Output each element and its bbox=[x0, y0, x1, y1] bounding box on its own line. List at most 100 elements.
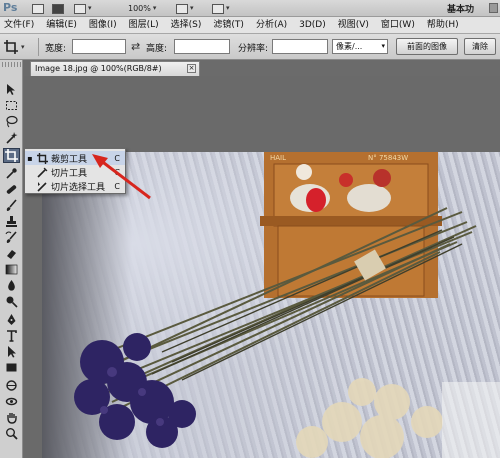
resolution-field[interactable] bbox=[272, 39, 328, 54]
pen-tool[interactable] bbox=[3, 312, 20, 327]
width-field[interactable] bbox=[72, 39, 126, 54]
type-icon bbox=[7, 330, 17, 342]
quick-selection-tool[interactable] bbox=[3, 130, 20, 145]
bridge-icon bbox=[32, 3, 44, 14]
panel-grip[interactable] bbox=[2, 62, 21, 67]
flyout-item-label: 裁剪工具 bbox=[51, 154, 88, 165]
history-brush-tool[interactable] bbox=[3, 230, 20, 245]
chevron-down-icon: ▾ bbox=[226, 4, 230, 12]
figurine-hat bbox=[339, 173, 353, 187]
eraser-tool[interactable] bbox=[3, 246, 20, 261]
menu-image[interactable]: 图像(I) bbox=[89, 17, 117, 34]
close-icon[interactable]: × bbox=[187, 64, 196, 73]
slice-select-icon bbox=[35, 180, 49, 192]
rectangle-icon bbox=[6, 363, 17, 372]
bridge-button[interactable] bbox=[32, 2, 44, 15]
width-label: 宽度: bbox=[45, 44, 67, 54]
menu-filter[interactable]: 滤镜(T) bbox=[213, 17, 244, 34]
crop-tool[interactable] bbox=[3, 148, 20, 163]
path-selection-tool[interactable] bbox=[3, 344, 20, 359]
flyout-item-crop[interactable]: ▪ 裁剪工具 C bbox=[25, 151, 125, 165]
pen-icon bbox=[7, 314, 16, 325]
resolution-unit-value: 像素/... bbox=[336, 42, 363, 51]
flyout-item-slice[interactable]: 切片工具 C bbox=[25, 165, 125, 179]
3d-camera-tool[interactable] bbox=[3, 394, 20, 409]
crop-icon bbox=[5, 149, 18, 162]
history-brush-icon bbox=[5, 231, 17, 243]
move-icon bbox=[7, 84, 15, 95]
menu-select[interactable]: 选择(S) bbox=[171, 17, 202, 34]
type-tool[interactable] bbox=[3, 328, 20, 343]
lasso-tool[interactable] bbox=[3, 114, 20, 129]
tools-panel bbox=[0, 60, 23, 458]
hand-tool[interactable] bbox=[3, 410, 20, 425]
arrange-documents-button[interactable]: ▾ bbox=[176, 2, 194, 15]
minibridge-button[interactable] bbox=[52, 2, 64, 15]
view-extras-button[interactable]: ▾ bbox=[74, 2, 92, 15]
3d-rotate-tool[interactable] bbox=[3, 378, 20, 393]
droplet-icon bbox=[8, 280, 15, 291]
eyedropper-tool[interactable] bbox=[3, 166, 20, 181]
chevron-down-icon: ▾ bbox=[381, 42, 385, 50]
menu-window[interactable]: 窗口(W) bbox=[381, 17, 415, 34]
move-tool[interactable] bbox=[3, 82, 20, 97]
flyout-item-label: 切片选择工具 bbox=[51, 182, 106, 193]
screen-mode-button[interactable]: ▾ bbox=[212, 2, 230, 15]
options-divider bbox=[38, 38, 39, 56]
stamp-icon bbox=[6, 216, 17, 227]
eraser-icon bbox=[7, 250, 16, 259]
photo-corner-highlight bbox=[442, 382, 500, 458]
minimize-button[interactable] bbox=[489, 3, 498, 13]
gradient-tool[interactable] bbox=[3, 262, 20, 277]
document-canvas-image[interactable]: HAIL N° 75843W bbox=[42, 152, 500, 458]
dodge-icon bbox=[6, 296, 18, 308]
figurine-heart-left bbox=[306, 188, 326, 212]
flyout-item-label: 切片工具 bbox=[51, 168, 88, 179]
shape-tool[interactable] bbox=[3, 360, 20, 375]
application-bar: Ps ▾ 100% ▾ ▾ ▾ 基本功 bbox=[0, 0, 500, 17]
eyedropper-icon bbox=[6, 168, 17, 179]
lasso-icon bbox=[6, 115, 18, 128]
crop-icon bbox=[35, 152, 49, 164]
zoom-level-value: 100% bbox=[128, 4, 151, 13]
chevron-down-icon: ▾ bbox=[21, 43, 25, 51]
crop-icon bbox=[4, 40, 18, 54]
menu-3d[interactable]: 3D(D) bbox=[299, 17, 326, 34]
front-image-button[interactable]: 前面的图像 bbox=[396, 38, 458, 55]
zoom-icon bbox=[6, 428, 18, 440]
menu-help[interactable]: 帮助(H) bbox=[427, 17, 459, 34]
brush-tool[interactable] bbox=[3, 198, 20, 213]
menu-view[interactable]: 视图(V) bbox=[338, 17, 369, 34]
figurine-head-right bbox=[373, 169, 391, 187]
dodge-tool[interactable] bbox=[3, 294, 20, 309]
chevron-down-icon: ▾ bbox=[152, 4, 157, 12]
tool-preset-picker[interactable]: ▾ bbox=[4, 38, 32, 56]
flyout-item-slice-select[interactable]: 切片选择工具 C bbox=[25, 179, 125, 193]
chevron-down-icon: ▾ bbox=[190, 4, 194, 12]
swap-dimensions-icon[interactable]: ⇄ bbox=[131, 40, 140, 53]
menu-edit[interactable]: 编辑(E) bbox=[46, 17, 77, 34]
clone-stamp-tool[interactable] bbox=[3, 214, 20, 229]
menu-layer[interactable]: 图层(L) bbox=[129, 17, 159, 34]
menu-file[interactable]: 文件(F) bbox=[4, 17, 34, 34]
clear-button[interactable]: 清除 bbox=[464, 38, 496, 55]
resolution-unit-select[interactable]: 像素/... ▾ bbox=[332, 39, 388, 54]
menu-analysis[interactable]: 分析(A) bbox=[256, 17, 287, 34]
menu-bar: 文件(F) 编辑(E) 图像(I) 图层(L) 选择(S) 滤镜(T) 分析(A… bbox=[0, 17, 500, 34]
options-bar: ▾ 宽度: ⇄ 高度: 分辨率: 像素/... ▾ 前面的图像 清除 bbox=[0, 34, 500, 60]
blur-tool[interactable] bbox=[3, 278, 20, 293]
photoshop-logo: Ps bbox=[3, 1, 18, 14]
height-field[interactable] bbox=[174, 39, 230, 54]
marquee-icon bbox=[6, 101, 17, 110]
healing-brush-tool[interactable] bbox=[3, 182, 20, 197]
zoom-level-select[interactable]: 100% ▾ bbox=[128, 2, 156, 15]
document-tab[interactable]: Image 18.jpg @ 100%(RGB/8#) × bbox=[30, 61, 200, 76]
document-title: Image 18.jpg @ 100%(RGB/8#) bbox=[35, 64, 162, 73]
hand-icon bbox=[7, 413, 17, 424]
zoom-tool[interactable] bbox=[3, 426, 20, 441]
brush-icon bbox=[6, 199, 17, 211]
extras-icon bbox=[74, 3, 86, 14]
marquee-tool[interactable] bbox=[3, 98, 20, 113]
workspace-switcher[interactable]: 基本功 bbox=[447, 2, 474, 15]
screen-mode-icon bbox=[212, 3, 224, 14]
